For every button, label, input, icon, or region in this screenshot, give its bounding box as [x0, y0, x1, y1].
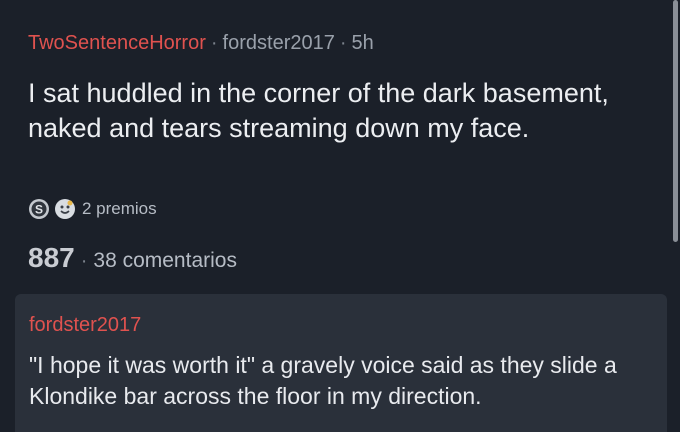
meta-separator: ·	[339, 32, 347, 54]
comments-count[interactable]: 38 comentarios	[93, 249, 237, 273]
post-meta: TwoSentenceHorror · fordster2017 · 5h	[28, 30, 374, 56]
silver-award-icon: S	[28, 198, 50, 220]
post-stats: 887 · 38 comentarios	[28, 242, 237, 274]
subreddit-link[interactable]: TwoSentenceHorror	[28, 32, 206, 54]
wholesome-award-icon	[54, 198, 76, 220]
comment-author[interactable]: fordster2017	[29, 312, 653, 338]
meta-separator: ·	[210, 32, 218, 54]
post-title[interactable]: I sat huddled in the corner of the dark …	[28, 76, 653, 146]
post-score: 887	[28, 242, 75, 273]
post-age: 5h	[351, 32, 374, 54]
post-author[interactable]: fordster2017	[223, 32, 335, 54]
comment-card[interactable]: fordster2017 "I hope it was worth it" a …	[15, 294, 667, 432]
comment-body: "I hope it was worth it" a gravely voice…	[29, 352, 617, 409]
post-view: TwoSentenceHorror · fordster2017 · 5h I sat …	[0, 0, 680, 432]
awards-count: 2 premios	[82, 199, 157, 218]
scrollbar[interactable]	[673, 0, 678, 242]
svg-text:S: S	[35, 203, 43, 217]
awards-row[interactable]: S 2 premios	[28, 196, 157, 222]
stats-separator: ·	[80, 250, 88, 272]
